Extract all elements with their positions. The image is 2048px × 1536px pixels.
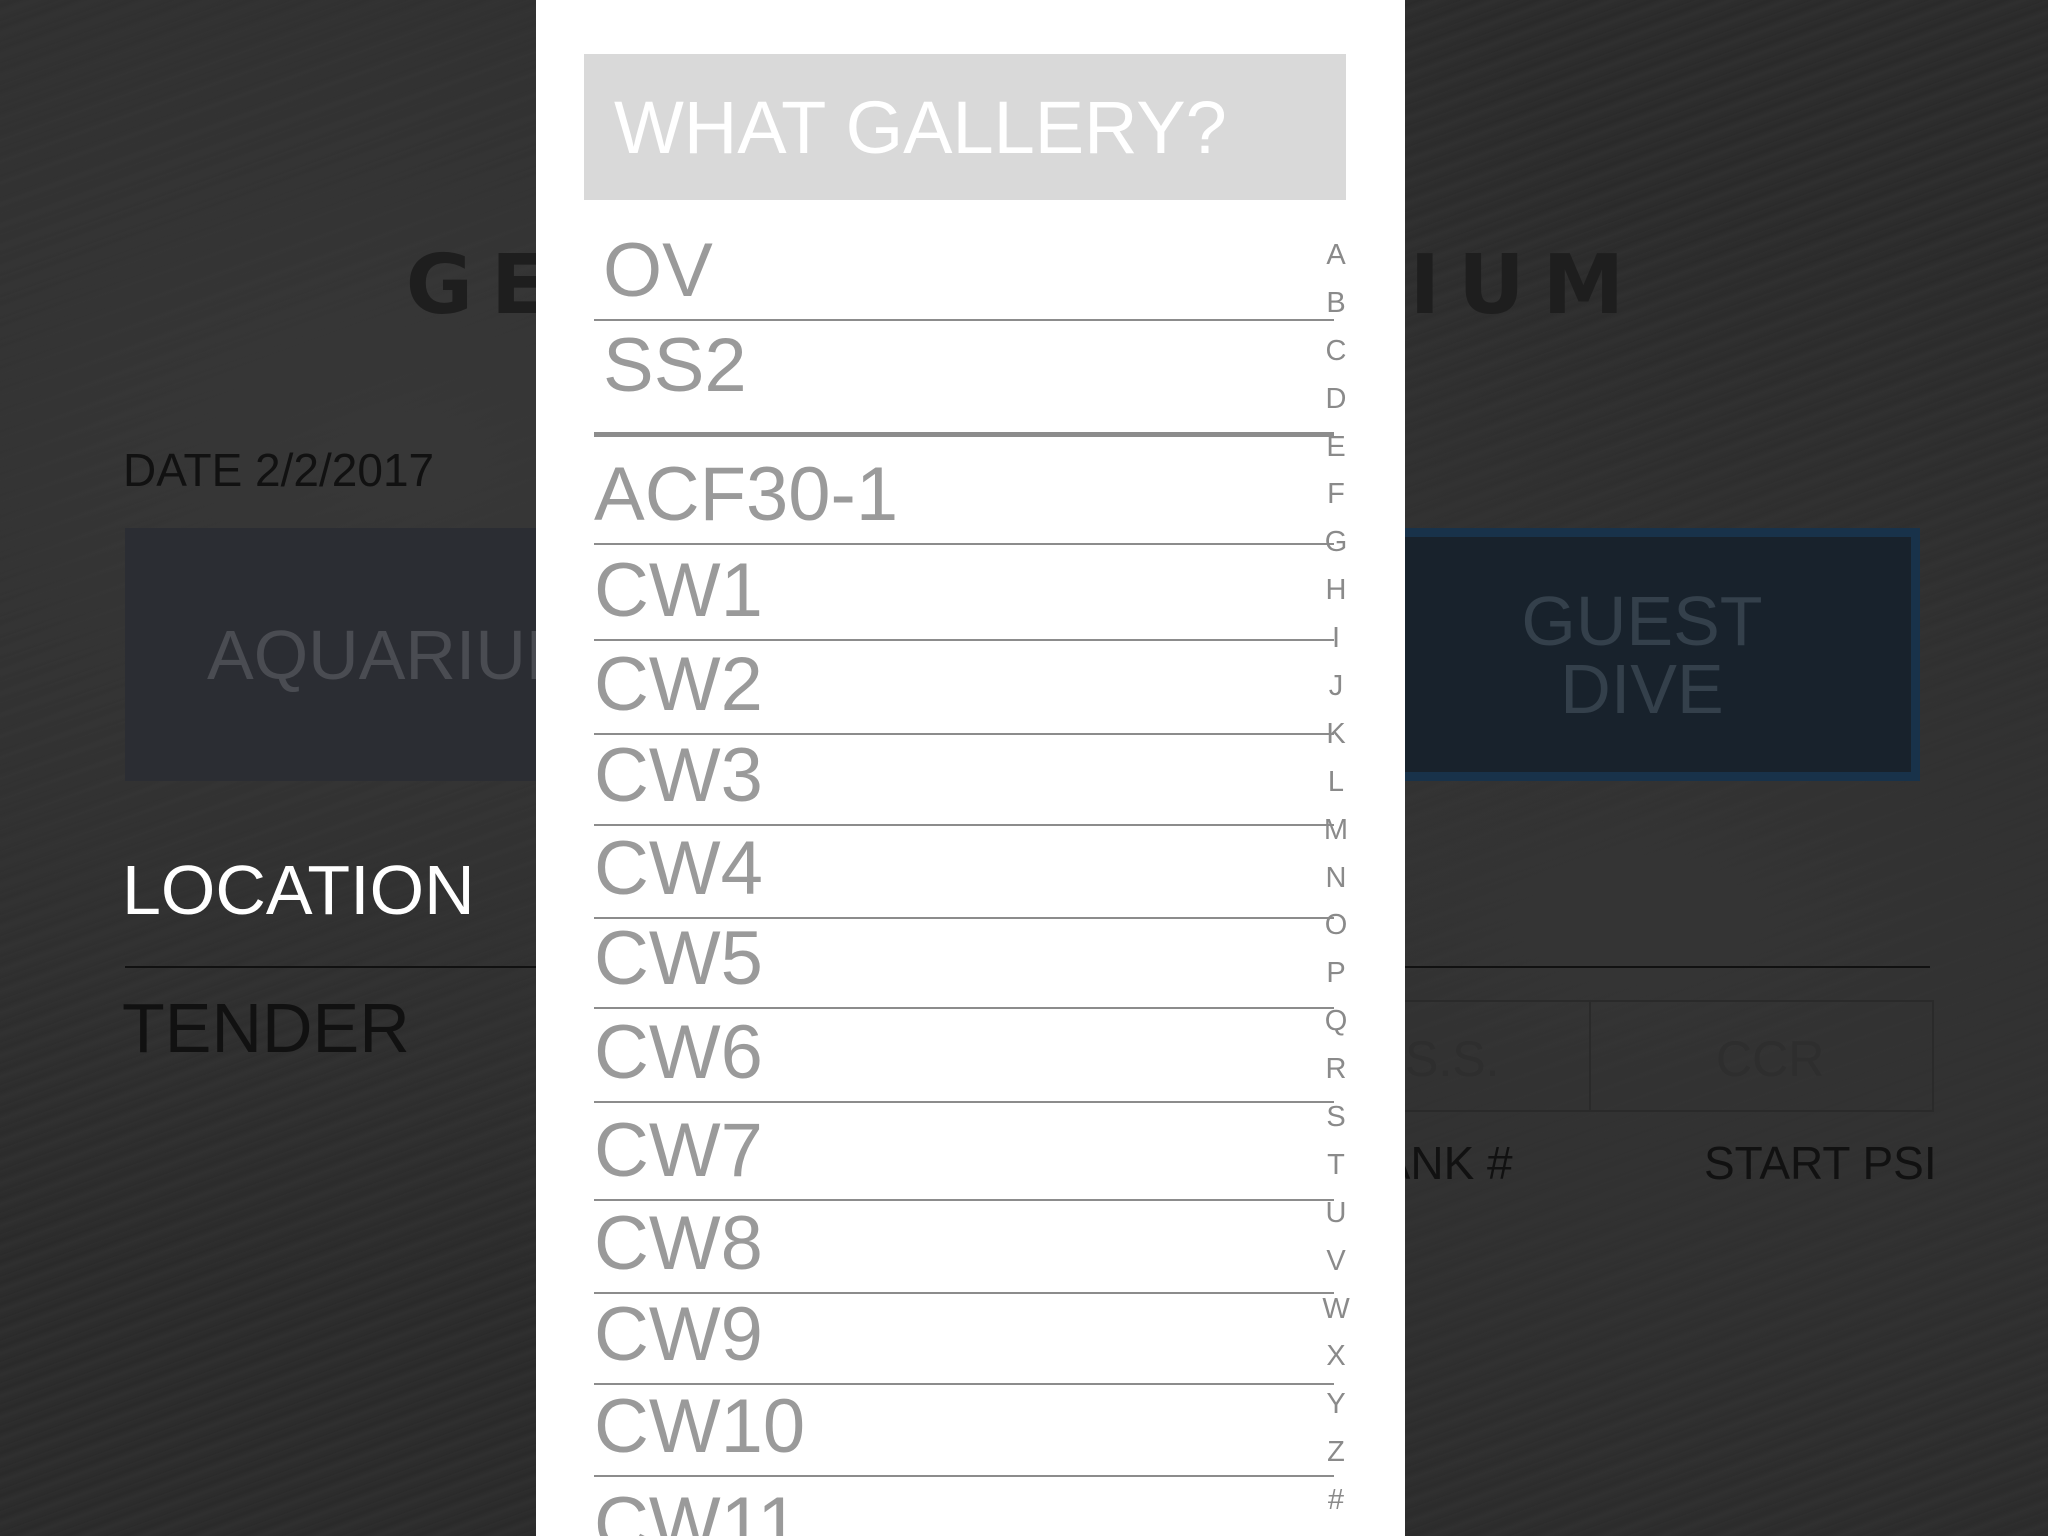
- gallery-picker-modal: WHAT GALLERY? OV SS2 ACF30-1 CW1 CW2 CW3…: [536, 0, 1405, 1536]
- start-psi-label: START PSI: [1704, 1137, 1937, 1189]
- index-letter[interactable]: D: [1306, 376, 1366, 424]
- gallery-item-cw5[interactable]: CW5: [594, 919, 1334, 1009]
- index-letter[interactable]: Z: [1306, 1429, 1366, 1477]
- gear-option-ss-label: S.S.: [1405, 1031, 1500, 1087]
- location-divider: [125, 966, 537, 968]
- gallery-item-cw2[interactable]: CW2: [594, 641, 1334, 735]
- index-letter[interactable]: K: [1306, 711, 1366, 759]
- index-letter[interactable]: B: [1306, 280, 1366, 328]
- aquarium-dive-label: AQUARIUM: [207, 615, 585, 694]
- index-letter[interactable]: S: [1306, 1094, 1366, 1142]
- gear-option-ccr-label: CCR: [1716, 1031, 1825, 1087]
- index-letter[interactable]: E: [1306, 424, 1366, 472]
- index-letter[interactable]: F: [1306, 471, 1366, 519]
- index-letter[interactable]: Q: [1306, 998, 1366, 1046]
- gallery-item-cw3[interactable]: CW3: [594, 735, 1334, 826]
- gallery-item-cw10[interactable]: CW10: [594, 1385, 1334, 1477]
- gallery-item-cw1[interactable]: CW1: [594, 545, 1334, 641]
- gallery-item-cw9[interactable]: CW9: [594, 1294, 1334, 1385]
- gallery-item-cw11[interactable]: CW11: [594, 1477, 1334, 1536]
- index-letter[interactable]: R: [1306, 1046, 1366, 1094]
- gallery-list[interactable]: OV SS2 ACF30-1 CW1 CW2 CW3 CW4 CW5 CW6 C…: [536, 0, 1405, 1536]
- gallery-item-cw4[interactable]: CW4: [594, 826, 1334, 919]
- tender-label: TENDER: [122, 989, 410, 1067]
- index-letter[interactable]: P: [1306, 950, 1366, 998]
- alphabet-index[interactable]: A B C D E F G H I J K L M N O P Q R S T …: [1306, 232, 1366, 1525]
- index-letter[interactable]: V: [1306, 1238, 1366, 1286]
- guest-dive-button[interactable]: GUEST DIVE: [1364, 528, 1920, 781]
- gallery-item-acf30-1[interactable]: ACF30-1: [594, 437, 1334, 545]
- index-letter[interactable]: N: [1306, 855, 1366, 903]
- index-letter[interactable]: M: [1306, 807, 1366, 855]
- index-letter[interactable]: A: [1306, 232, 1366, 280]
- gallery-item-cw8[interactable]: CW8: [594, 1201, 1334, 1294]
- location-divider-right: [1405, 966, 1930, 968]
- index-letter[interactable]: T: [1306, 1142, 1366, 1190]
- date-label: DATE 2/2/2017: [123, 444, 435, 496]
- gallery-item-cw7[interactable]: CW7: [594, 1103, 1334, 1201]
- index-letter[interactable]: Y: [1306, 1381, 1366, 1429]
- guest-dive-label: GUEST DIVE: [1521, 581, 1763, 728]
- index-letter[interactable]: W: [1306, 1286, 1366, 1334]
- location-label: LOCATION: [122, 851, 475, 929]
- index-letter[interactable]: X: [1306, 1333, 1366, 1381]
- recent-item-ss2[interactable]: SS2: [594, 321, 1334, 437]
- index-letter[interactable]: I: [1306, 615, 1366, 663]
- index-letter[interactable]: C: [1306, 328, 1366, 376]
- gallery-item-cw6[interactable]: CW6: [594, 1009, 1334, 1103]
- index-letter[interactable]: #: [1306, 1477, 1366, 1525]
- index-letter[interactable]: O: [1306, 902, 1366, 950]
- index-letter[interactable]: L: [1306, 759, 1366, 807]
- index-letter[interactable]: H: [1306, 567, 1366, 615]
- index-letter[interactable]: J: [1306, 663, 1366, 711]
- index-letter[interactable]: G: [1306, 519, 1366, 567]
- index-letter[interactable]: U: [1306, 1190, 1366, 1238]
- recent-item-ov[interactable]: OV: [594, 228, 1334, 321]
